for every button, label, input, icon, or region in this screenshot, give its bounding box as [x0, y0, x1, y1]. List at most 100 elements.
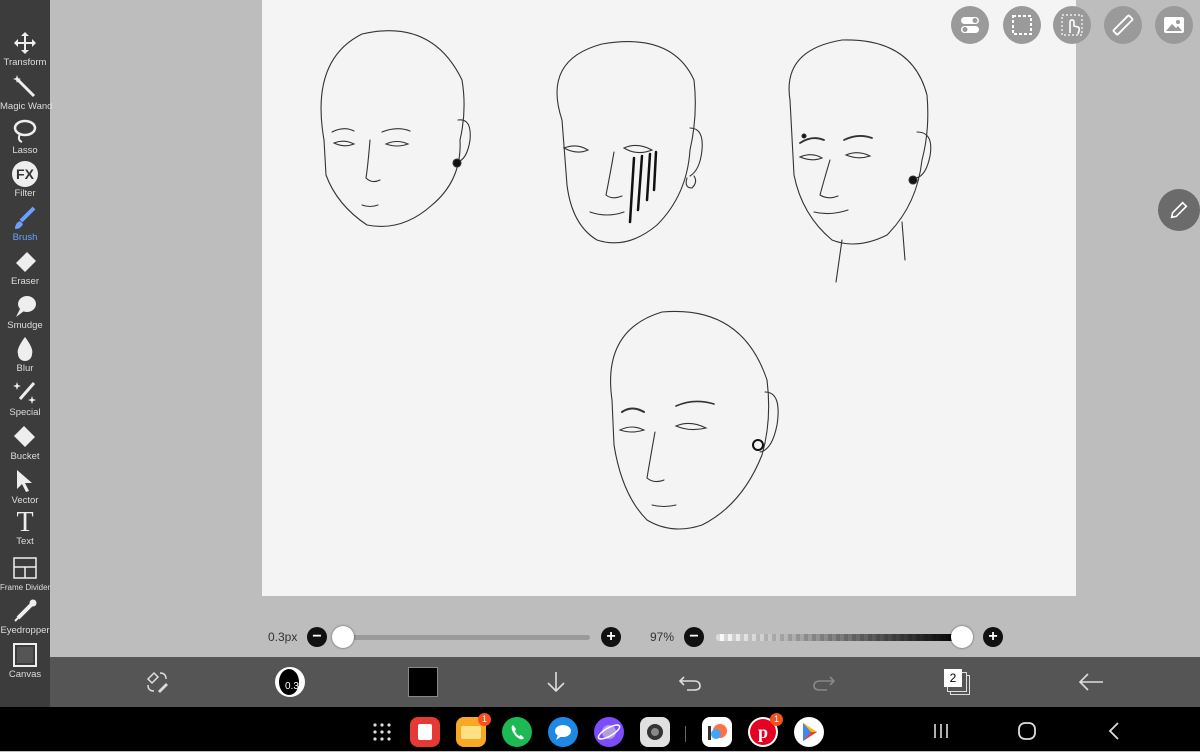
tool-magic-wand[interactable]: Magic Wand	[0, 74, 53, 112]
tool-label: Text	[16, 536, 34, 547]
tool-lasso[interactable]: Lasso	[0, 118, 50, 156]
brush-size-value: 0.3px	[268, 630, 298, 644]
opacity-decrease-button[interactable]: −	[684, 627, 704, 647]
brush-icon	[15, 206, 36, 229]
text-t-icon: T	[16, 507, 34, 538]
brush-size-decrease-button[interactable]: −	[307, 627, 327, 647]
ibispaint-logo-icon	[708, 724, 727, 740]
image-icon	[1164, 17, 1184, 33]
swap-tools-button[interactable]	[140, 665, 174, 699]
recents-bars-icon	[934, 724, 948, 738]
sparkle-pen-icon	[13, 382, 36, 404]
tool-label: Vector	[11, 495, 39, 506]
magic-wand-icon	[13, 75, 36, 98]
brush-size-label: 0.3	[285, 681, 299, 692]
chevron-left-icon	[1108, 722, 1119, 740]
my-files-app-icon[interactable]: 1	[456, 713, 491, 747]
tool-smudge[interactable]: Smudge	[0, 293, 50, 331]
tool-label: Eyedropper	[0, 625, 50, 636]
sketch-drawing	[320, 30, 932, 530]
opacity-increase-button[interactable]: +	[983, 627, 1003, 647]
phone-app-icon[interactable]	[502, 717, 532, 747]
tool-bucket[interactable]: Bucket	[0, 424, 50, 462]
system-back-button[interactable]	[1105, 721, 1123, 746]
frame-divider-icon	[13, 557, 37, 579]
brush-tip-preview: 0.3	[275, 667, 305, 697]
phone-handset-icon	[511, 725, 524, 740]
current-color-swatch	[408, 667, 438, 697]
ruler-button[interactable]	[1104, 6, 1142, 44]
tool-label: Filter	[14, 188, 36, 199]
swap-eraser-brush-icon	[146, 671, 168, 693]
planet-icon	[597, 724, 621, 740]
chat-bubble-icon	[555, 725, 571, 740]
layers-count: 2	[944, 669, 962, 687]
tool-label: Smudge	[7, 320, 43, 331]
android-taskbar: 1 p 1	[0, 707, 1200, 751]
ibispaint-app-icon[interactable]	[702, 717, 732, 747]
tool-label: Eraser	[11, 276, 39, 287]
recent-apps-button[interactable]	[932, 722, 950, 745]
drawing-canvas[interactable]	[262, 0, 1076, 596]
lasso-icon	[13, 119, 37, 143]
bottom-toolbar: 0.3 2	[50, 657, 1200, 707]
tool-blur[interactable]: Blur	[0, 336, 50, 374]
reference-image-button[interactable]	[1155, 6, 1193, 44]
tool-brush[interactable]: Brush	[0, 205, 50, 243]
tool-frame-divider[interactable]: Frame Divider	[0, 555, 50, 593]
tool-canvas[interactable]: Canvas	[0, 642, 50, 680]
home-button[interactable]	[1017, 721, 1037, 746]
ruler-icon	[1112, 14, 1134, 36]
tool-label: Blur	[16, 363, 34, 374]
tool-eyedropper[interactable]: Eyedropper	[0, 598, 50, 636]
layers-button[interactable]: 2	[940, 665, 974, 699]
messages-app-icon[interactable]	[548, 717, 578, 747]
tool-label: Special	[9, 407, 41, 418]
download-button[interactable]	[540, 665, 572, 699]
eyedropper-icon	[14, 599, 37, 622]
redo-button[interactable]	[808, 665, 840, 699]
dashed-selection-icon	[1012, 15, 1032, 35]
play-store-app-icon[interactable]	[794, 717, 824, 747]
brush-size-increase-button[interactable]: +	[601, 627, 621, 647]
opacity-slider-thumb[interactable]	[950, 626, 973, 648]
touch-mode-button[interactable]	[1053, 6, 1091, 44]
selection-button[interactable]	[1003, 6, 1041, 44]
tool-filter[interactable]: FX Filter	[0, 161, 50, 199]
tool-text[interactable]: T Text	[0, 507, 50, 548]
brush-preview-button[interactable]: 0.3	[272, 665, 308, 699]
redo-icon	[813, 676, 836, 691]
tool-eraser[interactable]: Eraser	[0, 249, 50, 287]
pen-mode-button[interactable]	[1158, 189, 1200, 231]
opacity-value: 97%	[650, 630, 675, 644]
hand-touch-icon	[1061, 14, 1083, 36]
samsung-notes-app-icon[interactable]	[410, 717, 440, 747]
pinterest-app-icon[interactable]: p 1	[748, 713, 783, 747]
notification-badge: 1	[770, 713, 783, 726]
cursor-arrow-icon	[17, 470, 32, 492]
home-circle-icon	[1018, 722, 1036, 740]
brush-size-slider-track[interactable]	[340, 635, 590, 640]
back-button[interactable]	[1074, 665, 1108, 699]
smudge-finger-icon	[16, 296, 36, 317]
tool-special[interactable]: Special	[0, 380, 50, 418]
pencil-icon	[1170, 201, 1188, 219]
paint-bucket-icon	[14, 426, 35, 447]
tool-transform[interactable]: Transform	[0, 30, 50, 68]
play-triangle-icon	[803, 723, 817, 741]
notification-badge: 1	[478, 713, 491, 726]
color-button[interactable]	[407, 665, 439, 699]
undo-button[interactable]	[674, 665, 706, 699]
camera-app-icon[interactable]	[640, 717, 670, 747]
tool-label: Magic Wand	[0, 101, 53, 112]
app-drawer-button[interactable]	[372, 722, 392, 747]
samsung-internet-app-icon[interactable]	[594, 717, 624, 747]
opacity-slider-track[interactable]	[716, 634, 960, 641]
undo-icon	[678, 676, 701, 691]
layer-settings-toggle-button[interactable]	[951, 6, 989, 44]
canvas-frame-icon	[13, 643, 37, 667]
tool-vector[interactable]: Vector	[0, 468, 50, 506]
layers-stack-icon: 2	[944, 669, 970, 695]
tool-label: Frame Divider	[0, 583, 51, 592]
brush-size-slider-thumb[interactable]	[332, 626, 354, 648]
